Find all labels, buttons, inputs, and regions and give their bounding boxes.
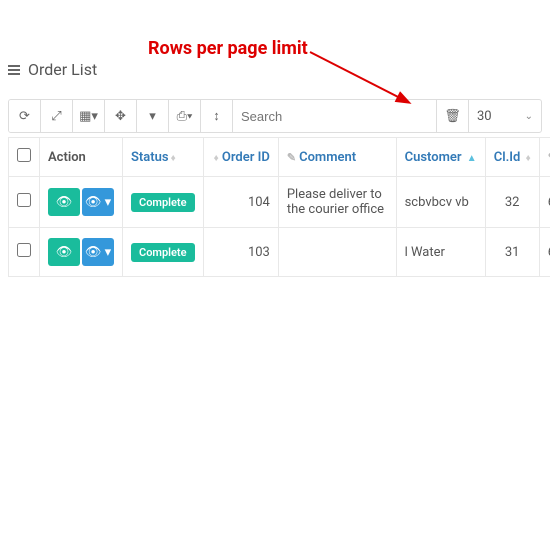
refresh-button[interactable]: ⟳ [9,100,41,132]
order-id-cell: 103 [203,228,278,277]
fullscreen-button[interactable]: ⤢ [41,100,73,132]
panel-title-text: Order List [28,60,97,79]
total-cell: 610. [539,228,550,277]
row-menu-button[interactable]: 👁 ▾ [82,188,114,216]
clid-cell: 32 [485,177,539,228]
orders-table: Action Status♦ ♦ Order ID ✎Comment Custo… [8,137,550,277]
view-button[interactable]: 👁 [48,188,80,216]
header-clid[interactable]: Cl.Id ♦ [485,138,539,177]
print-button[interactable]: ⎙▾ [169,100,201,132]
row-menu-button[interactable]: 👁 ▾ [82,238,114,266]
order-id-cell: 104 [203,177,278,228]
row-checkbox[interactable] [17,243,31,257]
table-row: 👁👁 ▾ Complete 103 l Water31610. [9,228,550,277]
table-row: 👁👁 ▾ Complete 104Please deliver to the cou… [9,177,550,228]
select-all-checkbox[interactable] [17,148,31,162]
toolbar: ⟳ ⤢ ▦▾ ✥ ▾ ⎙▾ ↕ 🗑 30 ⌄ 30510203050100200… [8,99,542,133]
columns-button[interactable]: ▦▾ [73,100,105,132]
sort-button[interactable]: ↕ [201,100,233,132]
header-order-id[interactable]: ♦ Order ID [203,138,278,177]
comment-cell [278,228,396,277]
header-comment[interactable]: ✎Comment [278,138,396,177]
panel-title: Order List [0,0,550,91]
target-button[interactable]: ✥ [105,100,137,132]
status-badge: Complete [131,243,195,262]
header-status[interactable]: Status♦ [123,138,204,177]
rows-select-value: 30 [477,109,492,124]
status-badge: Complete [131,193,195,212]
header-checkbox-cell [9,138,40,177]
comment-cell: Please deliver to the courier office [278,177,396,228]
header-action: Action [40,138,123,177]
clid-cell: 31 [485,228,539,277]
chevron-down-icon: ⌄ [525,111,533,122]
header-total[interactable]: ✎Total [539,138,550,177]
customer-cell: scbvbcv vb [396,177,485,228]
row-checkbox[interactable] [17,193,31,207]
list-icon [8,65,20,75]
rows-per-page-select[interactable]: 30 ⌄ 305102030501002005001000 [469,100,541,132]
delete-button[interactable]: 🗑 [437,100,469,132]
export-button[interactable]: ▾ [137,100,169,132]
customer-cell: l Water [396,228,485,277]
total-cell: 610. [539,177,550,228]
header-customer[interactable]: Customer ▲ [396,138,485,177]
view-button[interactable]: 👁 [48,238,80,266]
search-input[interactable] [233,100,437,132]
